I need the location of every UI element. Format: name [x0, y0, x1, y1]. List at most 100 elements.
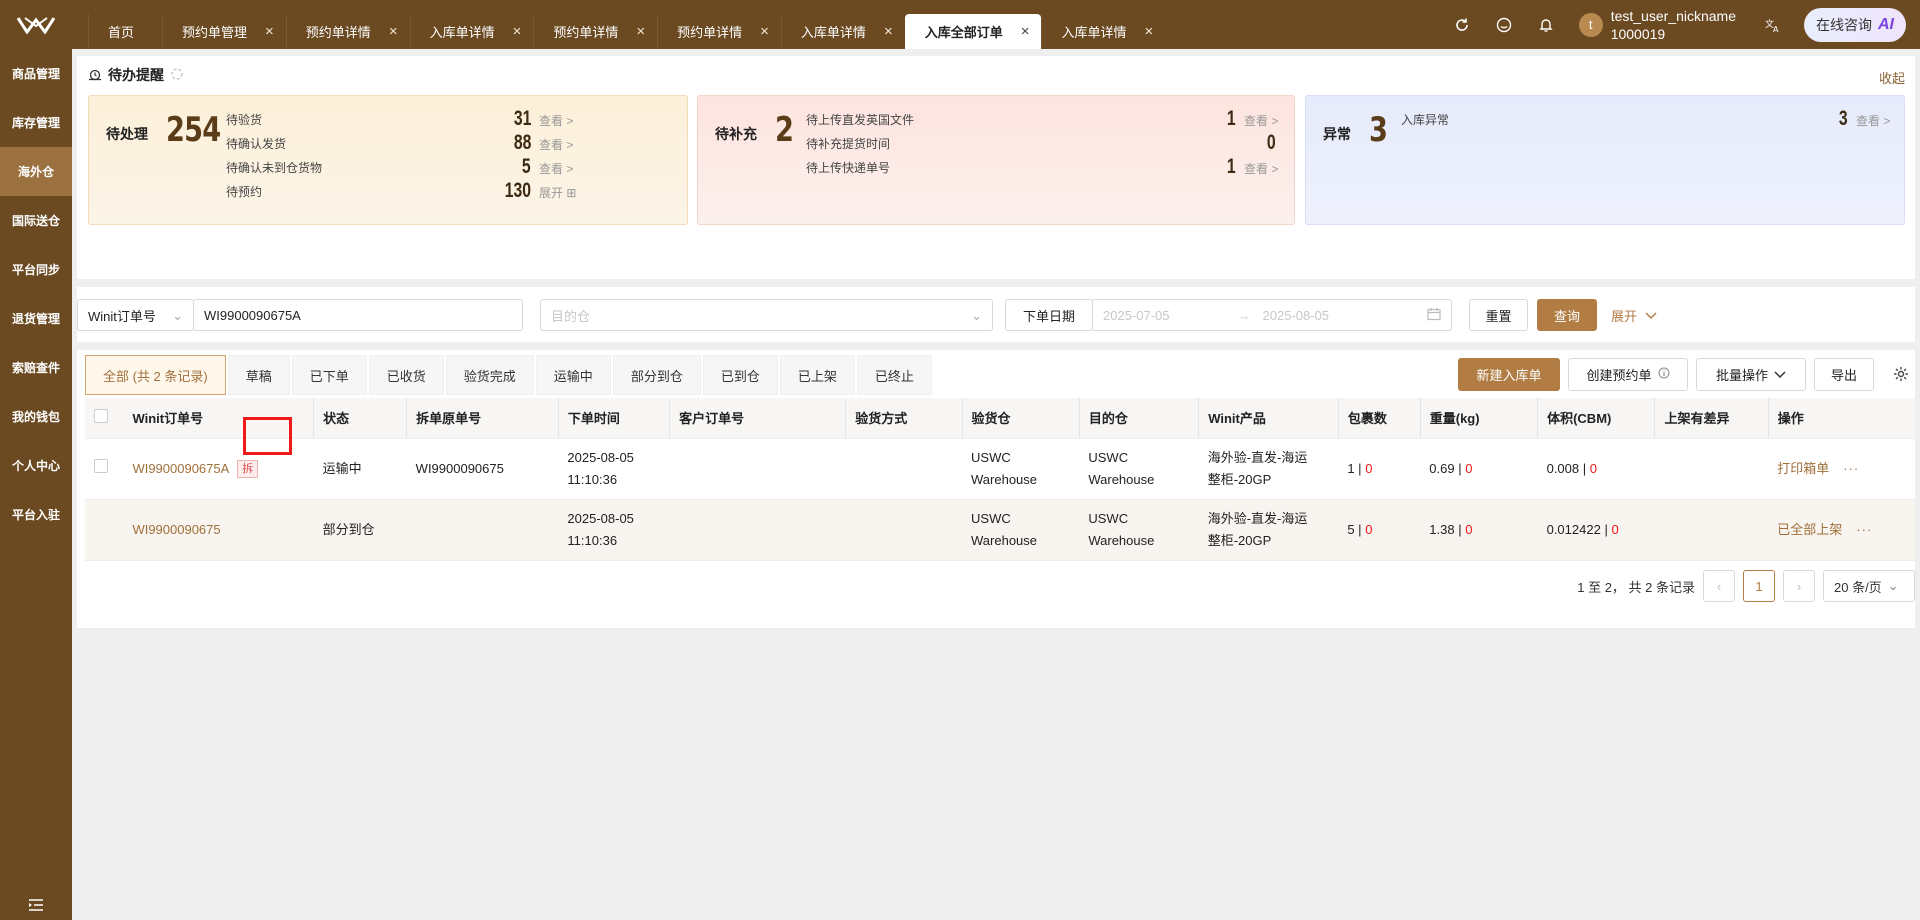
- status-tab-ordered[interactable]: 已下单: [291, 355, 367, 395]
- dest-warehouse-cell: USWC Warehouse: [1079, 499, 1199, 561]
- close-icon[interactable]: ×: [884, 23, 893, 40]
- sidebar-item-overseas-warehouse[interactable]: 海外仓: [0, 147, 72, 196]
- select-all-checkbox[interactable]: [94, 409, 108, 424]
- refresh-icon[interactable]: [1441, 0, 1483, 49]
- tab-booking-detail[interactable]: 预约单详情 ×: [285, 14, 410, 49]
- sidebar-item-claims[interactable]: 索赔查件: [0, 343, 72, 392]
- tab-inbound-all-orders[interactable]: 入库全部订单 ×: [904, 14, 1042, 49]
- view-link[interactable]: 查看 >: [539, 112, 573, 129]
- page-number[interactable]: 1: [1743, 570, 1775, 602]
- row-checkbox[interactable]: [94, 458, 108, 473]
- tab-inbound-detail[interactable]: 入库单详情 ×: [409, 14, 534, 49]
- view-link[interactable]: 查看 >: [539, 136, 573, 153]
- column-header[interactable]: 下单时间: [557, 398, 670, 439]
- weight-cell: 1.38 | 0: [1420, 499, 1538, 561]
- status-tab-draft[interactable]: 草稿: [227, 355, 290, 395]
- loading-icon[interactable]: [170, 67, 184, 84]
- smile-icon[interactable]: [1483, 0, 1525, 49]
- status-tab-shelved[interactable]: 已上架: [779, 355, 855, 395]
- gear-icon[interactable]: [1893, 366, 1909, 385]
- collapse-button[interactable]: 收起: [1879, 68, 1905, 87]
- column-header[interactable]: 客户订单号: [669, 398, 846, 439]
- all-shelved-link[interactable]: 已全部上架: [1777, 522, 1842, 537]
- close-icon[interactable]: ×: [389, 23, 398, 40]
- column-header[interactable]: 验货仓: [961, 398, 1080, 439]
- tab-inbound-detail[interactable]: 入库单详情 ×: [780, 14, 905, 49]
- table-row[interactable]: WI9900090675 部分到仓 2025-08-05 11:10:36 USW…: [85, 499, 1915, 561]
- sidebar-item-platform-onboarding[interactable]: 平台入驻: [0, 490, 72, 539]
- close-icon[interactable]: ×: [760, 23, 769, 40]
- more-icon[interactable]: ···: [1856, 522, 1872, 537]
- chevron-down-icon: [1645, 308, 1657, 323]
- weight-cell: 0.69 | 0: [1420, 438, 1538, 500]
- tab-home[interactable]: 首页: [88, 14, 162, 49]
- new-inbound-button[interactable]: 新建入库单: [1458, 358, 1560, 391]
- view-link[interactable]: 查看 >: [1244, 112, 1278, 129]
- sidebar-item-intl-delivery[interactable]: 国际送仓: [0, 196, 72, 245]
- print-packing-list-link[interactable]: 打印箱单: [1777, 461, 1829, 476]
- reset-button[interactable]: 重置: [1469, 299, 1528, 331]
- column-header[interactable]: 重量(kg): [1419, 398, 1538, 439]
- query-button[interactable]: 查询: [1537, 299, 1597, 331]
- close-icon[interactable]: ×: [636, 23, 645, 40]
- tab-inbound-detail[interactable]: 入库单详情 ×: [1041, 14, 1165, 49]
- status-tab-terminated[interactable]: 已终止: [856, 355, 932, 395]
- view-link[interactable]: 查看 >: [1244, 160, 1278, 177]
- sidebar-item-platform-sync[interactable]: 平台同步: [0, 245, 72, 294]
- batch-operation-button[interactable]: 批量操作: [1696, 358, 1806, 391]
- search-field-select[interactable]: Winit订单号 ⌄: [77, 299, 194, 331]
- order-number-link[interactable]: WI9900090675: [132, 522, 220, 537]
- sidebar-item-products[interactable]: 商品管理: [0, 49, 72, 98]
- prev-page-button[interactable]: ‹: [1703, 570, 1735, 602]
- sidebar-item-wallet[interactable]: 我的钱包: [0, 392, 72, 441]
- volume-cell: 0.012422 | 0: [1537, 499, 1655, 561]
- column-header[interactable]: 上架有差异: [1654, 398, 1769, 439]
- sidebar-item-returns[interactable]: 退货管理: [0, 294, 72, 343]
- translate-icon[interactable]: 文A: [1758, 0, 1788, 49]
- destination-warehouse-select[interactable]: 目的仓 ⌄: [540, 299, 993, 331]
- table-row[interactable]: WI9900090675A 拆 运输中 WI9900090675 2025-08-…: [85, 438, 1915, 500]
- date-range-picker[interactable]: 2025-07-05 → 2025-08-05: [1092, 299, 1452, 331]
- winit-logo[interactable]: [0, 0, 72, 49]
- column-header[interactable]: Winit产品: [1198, 398, 1339, 439]
- status-tab-arrived[interactable]: 已到仓: [702, 355, 778, 395]
- close-icon[interactable]: ×: [513, 23, 522, 40]
- expand-link[interactable]: 展开 ⊞: [539, 184, 576, 201]
- close-icon[interactable]: ×: [265, 23, 274, 40]
- column-header[interactable]: 目的仓: [1078, 398, 1199, 439]
- close-icon[interactable]: ×: [1021, 23, 1030, 40]
- view-link[interactable]: 查看 >: [539, 160, 573, 177]
- page-size-select[interactable]: 20 条/页 ⌄: [1823, 570, 1915, 602]
- sidebar-item-profile[interactable]: 个人中心: [0, 441, 72, 490]
- online-consult-button[interactable]: 在线咨询 AI: [1804, 7, 1906, 42]
- column-header[interactable]: 拆单原单号: [406, 398, 559, 439]
- bell-icon[interactable]: [1525, 0, 1567, 49]
- tab-booking-detail[interactable]: 预约单详情 ×: [533, 14, 657, 49]
- menu-collapse-icon[interactable]: [0, 898, 72, 912]
- order-date-label[interactable]: 下单日期: [1005, 299, 1093, 331]
- column-header[interactable]: 包裹数: [1337, 398, 1421, 439]
- export-button[interactable]: 导出: [1814, 358, 1874, 391]
- more-icon[interactable]: ···: [1843, 461, 1859, 476]
- column-header[interactable]: 操作: [1767, 398, 1915, 439]
- status-tab-in-transit[interactable]: 运输中: [535, 355, 611, 395]
- sidebar-item-inventory[interactable]: 库存管理: [0, 98, 72, 147]
- status-tab-received[interactable]: 已收货: [368, 355, 444, 395]
- status-tab-all[interactable]: 全部 (共 2 条记录): [85, 355, 226, 395]
- order-number-link[interactable]: WI9900090675A: [132, 461, 229, 476]
- todo-row: 入库异常 3: [1401, 107, 1848, 130]
- status-tab-inspected[interactable]: 验货完成: [445, 355, 534, 395]
- close-icon[interactable]: ×: [1145, 23, 1154, 40]
- column-header[interactable]: 体积(CBM): [1537, 398, 1655, 439]
- status-tab-partially-arrived[interactable]: 部分到仓: [612, 355, 701, 395]
- user-menu[interactable]: t test_user_nickname 1000019: [1578, 7, 1736, 43]
- tab-booking-detail[interactable]: 预约单详情 ×: [657, 14, 781, 49]
- column-header[interactable]: 状态: [313, 398, 407, 439]
- order-number-input[interactable]: WI9900090675A: [193, 299, 523, 331]
- tab-booking-manage[interactable]: 预约单管理 ×: [162, 14, 286, 49]
- expand-filter-button[interactable]: 展开: [1611, 299, 1657, 331]
- create-booking-button[interactable]: 创建预约单: [1568, 358, 1688, 391]
- column-header[interactable]: 验货方式: [845, 398, 963, 439]
- next-page-button[interactable]: ›: [1783, 570, 1815, 602]
- view-link[interactable]: 查看 >: [1856, 112, 1890, 129]
